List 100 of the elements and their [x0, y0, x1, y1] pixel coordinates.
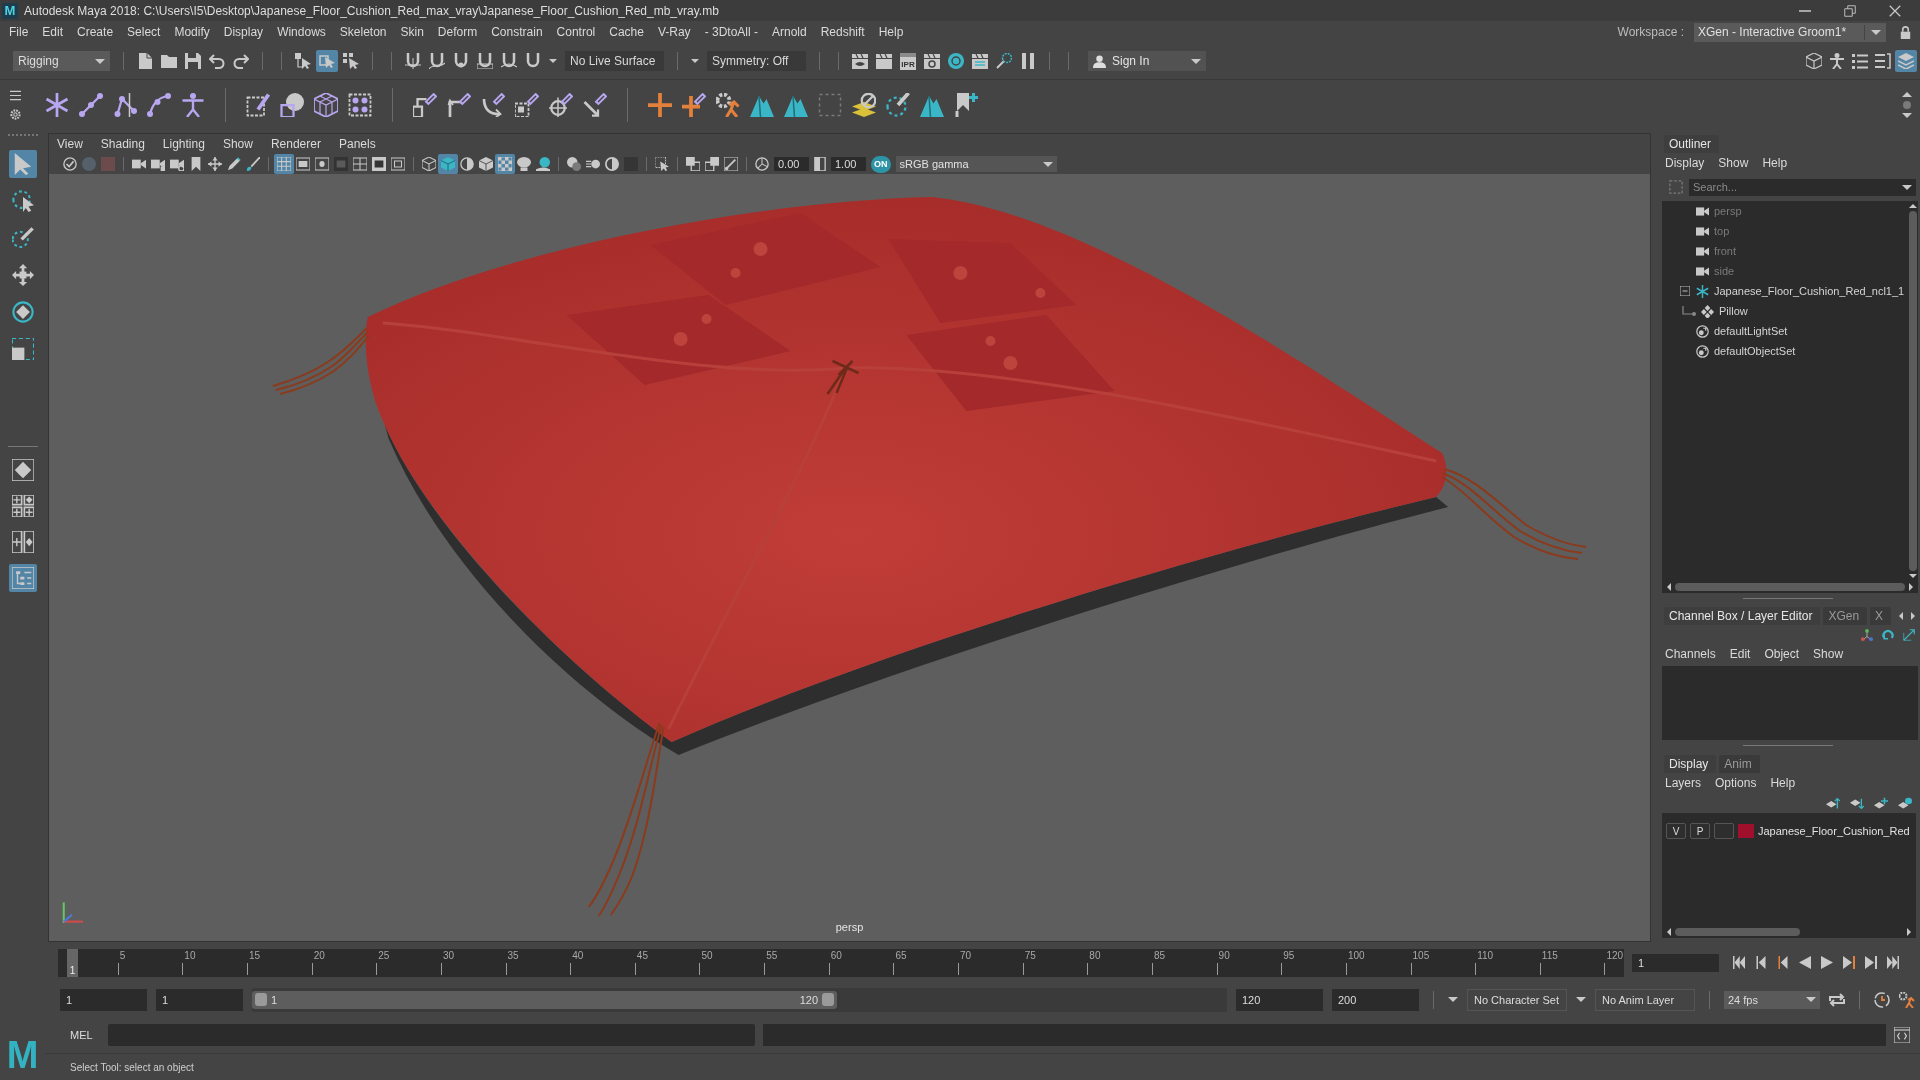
menu-item[interactable]: Windows	[277, 25, 326, 39]
caret-icon[interactable]	[1042, 161, 1053, 167]
workspace-dropdown[interactable]: XGen - Interactive Groom1*	[1694, 22, 1886, 42]
loop-icon[interactable]	[1829, 991, 1845, 1008]
visibility-toggle[interactable]: V	[1666, 823, 1686, 839]
scroll-left-icon[interactable]	[1667, 583, 1671, 591]
menu-set-dropdown[interactable]: Rigging	[13, 51, 110, 71]
clapper-icon[interactable]	[876, 53, 892, 69]
minimize-icon[interactable]	[1799, 9, 1811, 12]
open-folder-icon[interactable]	[161, 53, 177, 69]
camera-ring-icon[interactable]	[170, 157, 184, 171]
menu-item[interactable]: V-Ray	[657, 25, 691, 39]
overlap-squares-icon[interactable]	[705, 157, 719, 171]
menu-item[interactable]: Constrain	[491, 25, 543, 39]
menu-item[interactable]: Create	[77, 25, 114, 39]
light-bulb-icon[interactable]	[517, 157, 531, 171]
menu-item[interactable]: Skeleton	[339, 25, 387, 39]
command-input-field[interactable]	[108, 1023, 755, 1046]
mountain-icon[interactable]	[920, 93, 944, 117]
slider-handle[interactable]	[822, 993, 834, 1006]
wand-ring-icon[interactable]	[996, 53, 1012, 69]
scroll-left-icon[interactable]	[1667, 928, 1671, 936]
save-icon[interactable]	[185, 53, 201, 69]
resolution-gate-icon[interactable]	[315, 157, 329, 171]
menu-item[interactable]: Arnold	[771, 25, 807, 39]
menu-item[interactable]: Cache	[609, 25, 644, 39]
crosshair-link-icon[interactable]	[549, 93, 573, 117]
caret-icon[interactable]	[1806, 997, 1816, 1002]
panel-menu-item[interactable]: Panels	[338, 137, 376, 151]
caret-icon[interactable]	[1576, 997, 1586, 1002]
scrollbar-thumb[interactable]	[1909, 211, 1917, 571]
diamond-up-arrow-icon[interactable]	[1826, 796, 1840, 810]
menu-item[interactable]: Control	[556, 25, 596, 39]
skip-to-end-icon[interactable]	[1887, 956, 1899, 969]
panel-menu-item[interactable]: Layers	[1665, 776, 1702, 790]
check-circle-icon[interactable]	[63, 157, 77, 171]
clapper-stack-icon[interactable]	[972, 53, 988, 69]
playback-toggle[interactable]: P	[1690, 823, 1710, 839]
clapper-eye-icon[interactable]	[852, 53, 868, 69]
gear-icon[interactable]	[10, 109, 21, 120]
bracket-list-icon[interactable]	[1875, 53, 1891, 69]
playback-end-field[interactable]: 120	[1236, 988, 1323, 1011]
brush-icon[interactable]	[246, 157, 260, 171]
bookmark-icon[interactable]	[189, 157, 203, 171]
clapper-ring-icon[interactable]	[924, 53, 940, 69]
wireframe-cube-icon[interactable]	[422, 157, 436, 171]
gamma-field[interactable]: 1.00	[831, 157, 866, 171]
arrow-link-icon[interactable]	[583, 93, 607, 117]
sphere-shadow-icon[interactable]	[536, 157, 550, 171]
gear-runner-icon[interactable]	[1899, 991, 1915, 1008]
field-chart-icon[interactable]	[353, 157, 367, 171]
panel-tab[interactable]: XGen	[1823, 607, 1868, 625]
display-type-toggle[interactable]	[1714, 823, 1734, 839]
caret-icon[interactable]	[549, 59, 557, 63]
asterisk-icon[interactable]	[45, 93, 69, 117]
overlap-squares-icon[interactable]	[686, 157, 700, 171]
play-icon[interactable]	[1821, 956, 1833, 969]
dashed-circle-brush-icon[interactable]	[886, 93, 910, 117]
skip-to-start-icon[interactable]	[1733, 956, 1745, 969]
mountain-icon[interactable]	[784, 93, 808, 117]
panel-menu-item[interactable]: Channels	[1665, 647, 1716, 661]
dotted-frame-icon[interactable]	[1669, 180, 1683, 194]
fps-dropdown[interactable]: 24 fps	[1724, 990, 1820, 1009]
scroll-left-icon[interactable]	[1899, 612, 1903, 620]
pin-plus-icon[interactable]	[954, 93, 978, 117]
scroll-up-icon[interactable]	[1909, 204, 1917, 208]
panel-menu-item[interactable]: Renderer	[270, 137, 321, 151]
arc-arrow-icon[interactable]	[1882, 628, 1894, 641]
scroll-right-icon[interactable]	[1909, 583, 1913, 591]
menu-item[interactable]: - 3DtoAll -	[704, 25, 758, 39]
outliner-item[interactable]: Pillow	[1719, 305, 1748, 317]
dashed-arrow-icon[interactable]	[655, 157, 669, 171]
panel-menu-item[interactable]: Show	[1813, 647, 1844, 661]
magnet-curve-icon[interactable]	[429, 53, 445, 69]
curve-arrow-link-icon[interactable]	[481, 93, 505, 117]
sign-in-dropdown[interactable]: Sign In	[1088, 51, 1206, 71]
safe-frame-icon[interactable]	[372, 157, 386, 171]
slider-handle[interactable]	[255, 993, 267, 1006]
square-link-icon[interactable]	[413, 93, 437, 117]
two-pane-icon[interactable]	[11, 531, 34, 553]
undo-icon[interactable]	[209, 53, 225, 69]
panel-menu-item[interactable]: Show	[1718, 156, 1749, 170]
dotted-square-brush-icon[interactable]	[246, 93, 270, 117]
corner-arrow-link-icon[interactable]	[447, 93, 471, 117]
component-arrow-icon[interactable]	[343, 53, 359, 69]
scrollbar-thumb[interactable]	[1675, 928, 1800, 936]
four-pane-icon[interactable]	[11, 495, 34, 517]
play-backward-icon[interactable]	[1799, 956, 1811, 969]
diamond-plus-icon[interactable]	[1874, 796, 1888, 810]
character-set-field[interactable]: No Character Set	[1467, 988, 1567, 1011]
figure-icon[interactable]	[1829, 53, 1845, 69]
scroll-down-icon[interactable]	[1902, 113, 1912, 118]
menu-item[interactable]: Select	[127, 25, 161, 39]
dotted-square-icon[interactable]	[818, 93, 842, 117]
cross-icon[interactable]	[648, 93, 672, 117]
clock-arrows-icon[interactable]	[1874, 991, 1890, 1008]
magnet-surface-icon[interactable]	[501, 53, 517, 69]
arrow-cursor-icon[interactable]	[8, 150, 37, 178]
caret-icon[interactable]	[1902, 184, 1912, 190]
nested-frame-icon[interactable]	[391, 157, 405, 171]
